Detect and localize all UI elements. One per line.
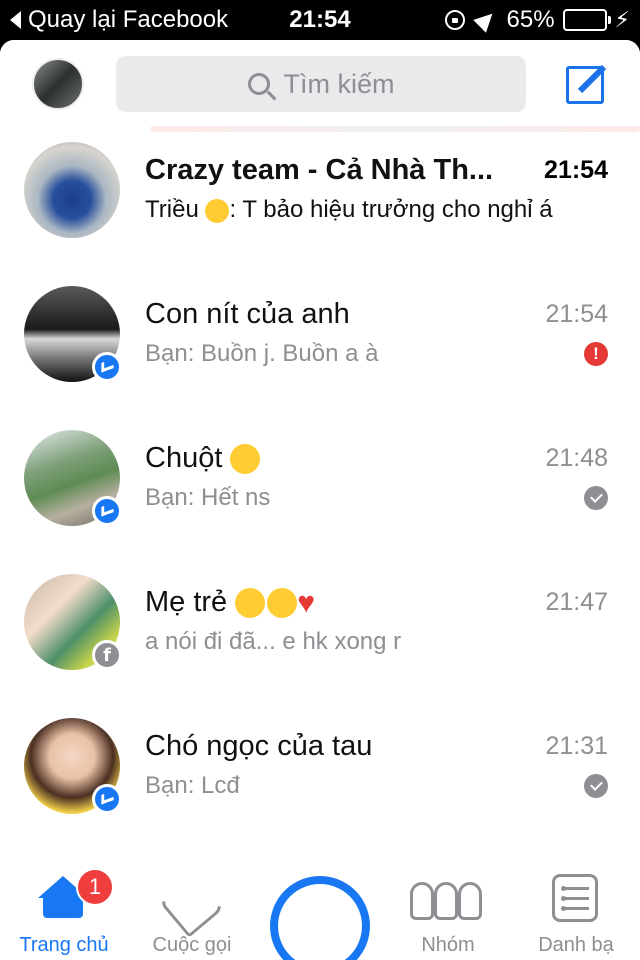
- search-placeholder: Tìm kiếm: [283, 68, 395, 99]
- status-indicators: 65% ⚡︎: [444, 6, 630, 34]
- conversation-preview: Triều : T bảo hiệu trưởng cho nghỉ á: [145, 196, 615, 224]
- kissing-face-icon: [235, 588, 266, 619]
- messenger-badge-icon: [92, 496, 122, 526]
- conversation-preview: Bạn: Buồn j. Buồn a à: [145, 340, 379, 367]
- name-text: Chuột: [145, 442, 223, 474]
- tab-calls-label: Cuộc gọi: [152, 934, 232, 956]
- header: Tìm kiếm: [0, 40, 640, 132]
- avatar: [24, 142, 120, 238]
- conversation-preview: Bạn: Hết ns: [145, 484, 271, 511]
- tab-groups[interactable]: Nhóm: [384, 830, 512, 960]
- tab-contacts-label: Danh bạ: [538, 934, 614, 956]
- conversation-row[interactable]: f Mẹ trẻ ♥ 21:47 a nói đi đã... e hk xon…: [0, 562, 640, 706]
- facebook-badge-icon: f: [92, 640, 122, 670]
- kissing-face-icon: [267, 588, 298, 619]
- kissing-face-icon: [230, 444, 261, 475]
- seen-check-icon: [584, 774, 608, 798]
- grimacing-face-icon: [205, 198, 230, 223]
- conversation-time: 21:31: [545, 732, 608, 760]
- messenger-badge-icon: [92, 352, 122, 382]
- send-failed-icon: !: [584, 342, 608, 366]
- conversation-row[interactable]: Crazy team - Cả Nhà Th... 21:54 Triều : …: [0, 130, 640, 274]
- conversation-row[interactable]: Chuột 21:48 Bạn: Hết ns: [0, 418, 640, 562]
- orientation-lock-icon: [444, 10, 465, 30]
- conversation-preview: Bạn: Lcđ: [145, 772, 240, 799]
- conversation-row[interactable]: Con nít của anh 21:54 Bạn: Buồn j. Buồn …: [0, 274, 640, 418]
- conversation-row[interactable]: Chó ngọc của tau 21:31 Bạn: Lcđ: [0, 706, 640, 850]
- search-icon: [247, 73, 270, 95]
- contacts-list-icon: [552, 874, 598, 922]
- location-icon: [472, 7, 499, 33]
- conversation-name: Chuột: [145, 442, 261, 475]
- groups-icon: [410, 878, 486, 922]
- name-text: Mẹ trẻ: [145, 586, 228, 618]
- conversation-time: 21:47: [545, 588, 608, 616]
- camera-button[interactable]: [270, 876, 370, 960]
- tab-contacts[interactable]: Danh bạ: [512, 830, 640, 960]
- conversation-name: Mẹ trẻ ♥: [145, 586, 315, 620]
- phone-icon: [158, 870, 226, 938]
- conversation-time: 21:48: [545, 444, 608, 472]
- heart-icon: ♥: [297, 586, 316, 620]
- tab-groups-label: Nhóm: [421, 934, 475, 956]
- tab-home[interactable]: 1 Trang chủ: [0, 830, 128, 960]
- tab-calls[interactable]: Cuộc gọi: [128, 830, 256, 960]
- tab-bar: 1 Trang chủ Cuộc gọi Nhóm Danh bạ: [0, 830, 640, 960]
- compose-button[interactable]: [562, 58, 612, 108]
- messenger-app: Tìm kiếm Crazy team - Cả Nhà Th... 21:54…: [0, 40, 640, 960]
- seen-check-icon: [584, 486, 608, 510]
- home-unread-badge: 1: [76, 868, 114, 906]
- battery-percent: 65%: [506, 6, 555, 33]
- conversation-name: Chó ngọc của tau: [145, 730, 373, 762]
- conversation-name: Crazy team - Cả Nhà Th...: [145, 154, 494, 186]
- status-bar: Quay lại Facebook 21:54 65% ⚡︎: [0, 0, 640, 40]
- profile-avatar[interactable]: [32, 58, 84, 110]
- conversation-preview: a nói đi đã... e hk xong r: [145, 628, 402, 655]
- preview-text: : T bảo hiệu trưởng cho nghỉ á: [229, 196, 553, 223]
- conversation-name: Con nít của anh: [145, 298, 350, 330]
- messenger-badge-icon: [92, 784, 122, 814]
- conversation-time: 21:54: [544, 156, 608, 184]
- tab-home-label: Trang chủ: [19, 934, 109, 956]
- search-bar[interactable]: Tìm kiếm: [116, 56, 526, 112]
- battery-icon: [562, 9, 611, 31]
- charging-bolt-icon: ⚡︎: [614, 7, 630, 32]
- preview-sender: Triều: [145, 196, 199, 223]
- conversation-time: 21:54: [545, 300, 608, 328]
